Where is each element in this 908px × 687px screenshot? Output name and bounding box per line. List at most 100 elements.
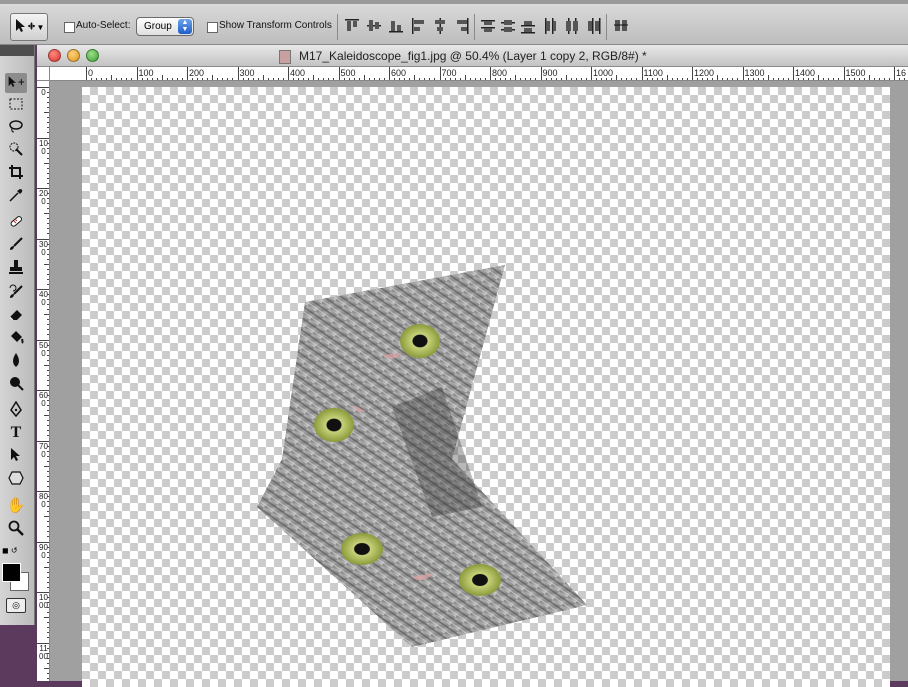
dropdown-stepper-icon: ▲ ▼ — [178, 19, 192, 34]
auto-select-value: Group — [144, 21, 172, 32]
ruler-label: 1300 — [744, 68, 765, 78]
close-button[interactable] — [48, 49, 61, 62]
zoom-tool[interactable] — [5, 519, 27, 539]
ruler-major-tick — [136, 67, 138, 80]
kaleidoscope-cat-image — [257, 265, 587, 647]
align-right-edges-icon[interactable] — [455, 17, 469, 35]
marquee-tool[interactable] — [5, 95, 27, 115]
clone-stamp-icon — [8, 259, 24, 278]
ruler-major-tick — [591, 67, 592, 80]
zoom-icon — [8, 520, 24, 539]
align-left-edges-icon[interactable] — [411, 17, 425, 35]
dodge-icon — [8, 375, 24, 394]
separator — [337, 14, 338, 40]
healing-brush-tool[interactable] — [5, 212, 27, 232]
align-top-edges-icon[interactable] — [345, 17, 359, 35]
distribute-top-icon[interactable] — [481, 17, 495, 35]
ruler-label: 16 — [896, 68, 907, 78]
distribute-horizontal-centers-icon[interactable] — [565, 17, 579, 35]
ruler-label: 0 — [88, 68, 94, 78]
ruler-major-tick — [439, 67, 441, 80]
path-selection-tool[interactable] — [5, 446, 27, 466]
quick-mask-button[interactable]: ◎ — [6, 598, 26, 613]
ruler-origin[interactable] — [37, 67, 50, 81]
auto-align-layers-icon[interactable] — [613, 17, 628, 35]
paint-bucket-tool[interactable] — [5, 328, 27, 348]
zoom-button[interactable] — [86, 49, 99, 62]
pen-icon — [8, 400, 24, 420]
healing-brush-icon — [8, 213, 24, 232]
dodge-tool[interactable] — [5, 374, 27, 394]
chevron-down-icon: ▼ — [36, 22, 45, 32]
canvas[interactable] — [82, 87, 890, 687]
ruler-label: 1000 — [593, 68, 614, 78]
quick-select-icon — [8, 141, 24, 160]
ruler-major-tick — [288, 67, 289, 80]
minimize-button[interactable] — [67, 49, 80, 62]
ruler-label: 300 — [239, 68, 255, 78]
shape-tool[interactable] — [5, 469, 27, 489]
quick-selection-tool[interactable] — [5, 140, 27, 160]
pasteboard — [50, 81, 908, 687]
ruler-major-tick — [338, 67, 340, 80]
eyedropper-tool[interactable] — [5, 186, 27, 206]
ruler-major-tick — [490, 67, 491, 80]
ruler-label: 700 — [441, 68, 457, 78]
distribute-left-icon[interactable] — [543, 17, 557, 35]
eraser-tool[interactable] — [5, 305, 27, 325]
swap-colors-icon[interactable]: ↺ — [11, 546, 18, 555]
paint-bucket-icon — [8, 329, 24, 348]
ruler-major-tick — [540, 67, 542, 80]
move-tool[interactable] — [5, 73, 27, 93]
default-colors-icon[interactable]: ◼ ↺ — [2, 546, 18, 555]
ruler-label: 1400 — [795, 68, 816, 78]
document-title: M17_Kaleidoscope_fig1.jpg @ 50.4% (Layer… — [299, 49, 647, 63]
pen-tool[interactable] — [5, 400, 27, 420]
separator — [474, 14, 475, 40]
ruler-major-tick — [86, 67, 87, 80]
distribute-bottom-icon[interactable] — [521, 17, 535, 35]
align-vertical-centers-icon[interactable] — [367, 17, 381, 35]
distribute-right-icon[interactable] — [587, 17, 601, 35]
ruler-label: 800 — [492, 68, 508, 78]
history-brush-icon — [8, 284, 24, 303]
auto-select-checkbox[interactable] — [64, 22, 75, 33]
ruler-major-tick — [187, 67, 188, 80]
type-tool[interactable]: T — [5, 423, 27, 443]
blur-tool[interactable] — [5, 351, 27, 371]
show-transform-checkbox[interactable] — [207, 22, 218, 33]
cat-eye — [400, 324, 440, 358]
auto-select-dropdown[interactable]: Group ▲ ▼ — [136, 17, 194, 36]
brush-tool[interactable] — [5, 235, 27, 255]
foreground-color-swatch[interactable] — [2, 563, 21, 582]
ruler-major-tick — [793, 67, 794, 80]
crop-tool[interactable] — [5, 163, 27, 183]
ruler-label: 200 — [189, 68, 205, 78]
move-icon — [7, 74, 25, 93]
vertical-ruler[interactable]: 0 100 200 300 400 500 600 700 800 900 1000 1100 — [37, 81, 50, 681]
quick-mask-icon: ◎ — [12, 600, 20, 610]
ruler-major-tick — [843, 67, 845, 80]
clone-stamp-tool[interactable] — [5, 258, 27, 278]
distribute-vertical-centers-icon[interactable] — [501, 17, 515, 35]
tools-panel-header[interactable] — [0, 45, 34, 56]
horizontal-ruler[interactable]: 0 100 200 300 400 500 600 700 800 900 1000 1100 1200… — [50, 67, 908, 81]
ruler-label: 400 — [290, 68, 306, 78]
type-icon: T — [10, 424, 22, 441]
hand-tool[interactable]: ✋ — [5, 495, 27, 515]
ruler-label: 1500 — [845, 68, 866, 78]
document-title-bar[interactable]: M17_Kaleidoscope_fig1.jpg @ 50.4% (Layer… — [37, 45, 908, 67]
options-bar: ▼ Auto-Select: Group ▲ ▼ Show Transform C… — [0, 0, 908, 45]
lasso-tool[interactable] — [5, 117, 27, 137]
align-horizontal-centers-icon[interactable] — [433, 17, 447, 35]
cat-eye — [459, 564, 501, 596]
marquee-icon — [9, 98, 23, 113]
align-bottom-edges-icon[interactable] — [389, 17, 403, 35]
show-transform-label: Show Transform Controls — [219, 20, 332, 31]
path-selection-icon — [9, 447, 23, 466]
ruler-major-tick — [894, 67, 895, 80]
crop-icon — [8, 164, 24, 183]
ruler-label: 500 — [340, 68, 356, 78]
tool-preset-picker[interactable]: ▼ — [10, 13, 48, 41]
history-brush-tool[interactable] — [5, 283, 27, 303]
